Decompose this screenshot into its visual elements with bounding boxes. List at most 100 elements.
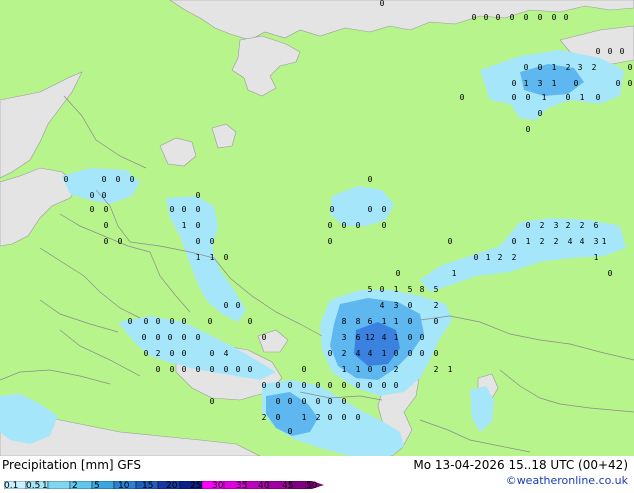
precip-value: 3 — [554, 221, 559, 230]
precip-value: 0 — [236, 365, 241, 374]
precip-value: 0 — [182, 333, 187, 342]
precip-value: 0 — [196, 205, 201, 214]
precip-value: 0 — [420, 349, 425, 358]
precip-value: 1 — [552, 63, 557, 72]
precip-value: 0 — [224, 253, 229, 262]
precip-value: 2 — [592, 63, 597, 72]
precip-value: 0 — [262, 333, 267, 342]
precip-value: 0 — [434, 317, 439, 326]
precip-value: 0 — [448, 237, 453, 246]
precip-value: 0 — [196, 333, 201, 342]
precip-value: 0 — [182, 205, 187, 214]
precip-value: 0 — [328, 413, 333, 422]
precip-value: 0 — [90, 191, 95, 200]
precip-value: 0 — [512, 79, 517, 88]
precip-value: 0 — [608, 269, 613, 278]
precip-value: 6 — [594, 221, 599, 230]
precip-value: 0 — [196, 221, 201, 230]
precip-value: 0 — [288, 397, 293, 406]
precip-value: 0 — [302, 397, 307, 406]
precip-value: 1 — [524, 79, 529, 88]
precip-value: 4 — [568, 237, 573, 246]
precip-value: 0 — [196, 365, 201, 374]
precip-value: 0 — [472, 13, 477, 22]
precip-value: 0 — [380, 285, 385, 294]
precip-value: 0 — [224, 301, 229, 310]
precip-value: 0 — [368, 175, 373, 184]
precip-value: 0 — [328, 397, 333, 406]
precip-value: 0 — [512, 93, 517, 102]
precip-value: 1 — [594, 253, 599, 262]
precip-value: 1 — [302, 413, 307, 422]
precip-value: 6 — [368, 317, 373, 326]
precip-value: 0 — [342, 397, 347, 406]
precip-value: 0 — [526, 221, 531, 230]
precip-value: 0 — [474, 253, 479, 262]
precip-value: 0 — [396, 269, 401, 278]
precip-value: 5 — [408, 285, 413, 294]
credit-link[interactable]: ©weatheronline.co.uk — [506, 474, 628, 487]
precip-value: 2 — [342, 349, 347, 358]
precip-value: 0 — [510, 13, 515, 22]
precip-value: 5 — [368, 285, 373, 294]
precip-value: 0 — [182, 349, 187, 358]
precip-value: 4 — [224, 349, 229, 358]
precip-value: 0 — [596, 47, 601, 56]
precip-value: 12 — [365, 333, 375, 342]
precip-value: 8 — [356, 317, 361, 326]
precip-value: 3 — [594, 237, 599, 246]
precip-value: 0 — [524, 63, 529, 72]
precip-value: 0 — [526, 93, 531, 102]
precip-value: 2 — [394, 365, 399, 374]
precip-value: 4 — [380, 301, 385, 310]
precip-value: 0 — [156, 333, 161, 342]
precip-value: 2 — [498, 253, 503, 262]
precip-value: 0 — [182, 365, 187, 374]
map-canvas: 0 0 0 0 0 0 0 000 0 00 0 1 2 3 2 00 1 3 1 0 0 00 0 0 1 0 1 0000 0 0 00… — [0, 0, 634, 456]
precip-value: 1 — [382, 317, 387, 326]
precip-value: 0 — [380, 0, 385, 8]
precip-value: 0 — [170, 349, 175, 358]
precip-value: 0 — [328, 381, 333, 390]
precip-value: 0 — [142, 333, 147, 342]
precip-value: 0 — [168, 333, 173, 342]
precip-value: 2 — [434, 365, 439, 374]
precip-value: 0 — [382, 221, 387, 230]
precip-value: 1 — [394, 333, 399, 342]
precip-value: 0 — [342, 413, 347, 422]
precip-value: 1 — [580, 93, 585, 102]
precip-value: 2 — [434, 301, 439, 310]
precip-value: 0 — [538, 109, 543, 118]
precip-value: 4 — [368, 349, 373, 358]
precip-value: 4 — [382, 333, 387, 342]
precip-value: 0 — [512, 237, 517, 246]
precip-value: 0 — [262, 381, 267, 390]
precip-value: 1 — [394, 317, 399, 326]
precip-value: 0 — [356, 381, 361, 390]
precip-value: 0 — [408, 333, 413, 342]
precip-value: 0 — [330, 205, 335, 214]
precip-value: 0 — [328, 221, 333, 230]
precip-value: 2 — [540, 237, 545, 246]
precip-value: 1 — [448, 365, 453, 374]
precip-value: 0 — [608, 47, 613, 56]
precip-value: 5 — [434, 285, 439, 294]
precip-value: 3 — [342, 333, 347, 342]
precip-value: 0 — [566, 93, 571, 102]
precip-value: 0 — [460, 93, 465, 102]
precip-value: 0 — [538, 13, 543, 22]
precip-value: 0 — [628, 79, 633, 88]
precip-value: 0 — [210, 349, 215, 358]
precip-value: 4 — [580, 237, 585, 246]
precip-value: 0 — [408, 349, 413, 358]
precip-value: 3 — [394, 301, 399, 310]
precip-value: 0 — [170, 365, 175, 374]
precip-value: 1 — [210, 253, 215, 262]
precip-value: 1 — [452, 269, 457, 278]
precip-value: 0 — [208, 317, 213, 326]
map-footer: Precipitation [mm] GFS Mo 13-04-2026 15.… — [0, 456, 634, 491]
precip-value: 0 — [368, 205, 373, 214]
precip-value: 0 — [210, 237, 215, 246]
precip-value: 0 — [356, 413, 361, 422]
precip-value: 0 — [620, 47, 625, 56]
